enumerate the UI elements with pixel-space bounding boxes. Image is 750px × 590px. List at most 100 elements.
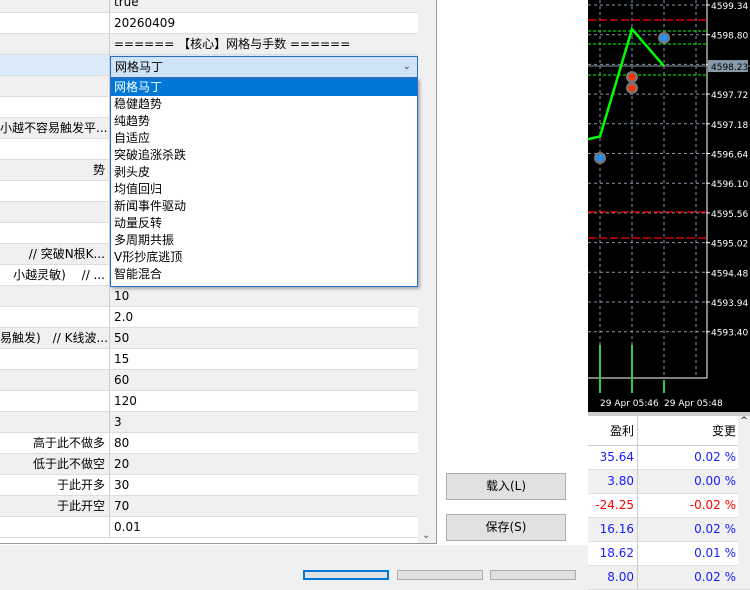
param-label: 高于此不做多 bbox=[0, 433, 110, 453]
param-label: // 突破N根K... bbox=[0, 244, 110, 264]
param-row[interactable]: 10 bbox=[0, 286, 418, 307]
param-label bbox=[0, 55, 110, 75]
dropdown-option[interactable]: 突破追涨杀跌 bbox=[111, 147, 417, 164]
reset-button[interactable] bbox=[490, 570, 576, 580]
param-row[interactable]: 于此开多 30 bbox=[0, 475, 418, 496]
dropdown-option[interactable]: 新闻事件驱动 bbox=[111, 198, 417, 215]
param-value[interactable]: 30 bbox=[110, 475, 418, 495]
param-value[interactable]: 10 bbox=[110, 286, 418, 306]
param-label bbox=[0, 139, 110, 159]
trade-arrow-icon bbox=[628, 73, 636, 81]
trade-arrow-icon bbox=[628, 84, 636, 92]
dropdown-option[interactable]: 动量反转 bbox=[111, 215, 417, 232]
param-row[interactable]: 易触发) // K线波... 50 bbox=[0, 328, 418, 349]
profit-value: -24.25 bbox=[588, 494, 638, 517]
param-label bbox=[0, 349, 110, 369]
dropdown-option[interactable]: 智能混合 bbox=[111, 266, 417, 283]
param-value[interactable]: 120 bbox=[110, 391, 418, 411]
profit-row[interactable]: 3.80 0.00 % bbox=[588, 470, 750, 494]
param-value[interactable]: 20 bbox=[110, 454, 418, 474]
dropdown-option[interactable]: 网格马丁 bbox=[111, 79, 417, 96]
param-label: 于此开空 bbox=[0, 496, 110, 516]
param-label: 小越灵敏) // ... bbox=[0, 265, 110, 285]
scroll-down-icon[interactable]: ⌄ bbox=[422, 530, 430, 541]
profit-row[interactable]: 18.62 0.01 % bbox=[588, 542, 750, 566]
price-label: 4597.18 bbox=[711, 121, 748, 131]
param-row[interactable]: ====== 【核心】网格与手数 ====== bbox=[0, 34, 418, 55]
ok-button[interactable] bbox=[303, 570, 389, 580]
dropdown-option[interactable]: 纯趋势 bbox=[111, 113, 417, 130]
profit-value: 8.00 bbox=[588, 566, 638, 589]
param-row[interactable]: 15 bbox=[0, 349, 418, 370]
table-scrollbar[interactable]: ⌄ bbox=[418, 0, 436, 543]
param-label bbox=[0, 34, 110, 54]
profit-value: 18.62 bbox=[588, 542, 638, 565]
dropdown-option[interactable]: 剥头皮 bbox=[111, 164, 417, 181]
dropdown-option[interactable]: 稳健趋势 bbox=[111, 96, 417, 113]
param-value[interactable]: 20260409 bbox=[110, 13, 418, 33]
param-row[interactable]: 低于此不做空 20 bbox=[0, 454, 418, 475]
price-label: 4594.48 bbox=[711, 269, 748, 279]
param-value[interactable]: ====== 【核心】网格与手数 ====== bbox=[110, 34, 418, 54]
strategy-mode-select[interactable]: 网格马丁 ⌄ bbox=[110, 56, 418, 78]
dialog-footer bbox=[0, 545, 588, 580]
param-value[interactable]: 0.01 bbox=[110, 517, 418, 537]
param-row[interactable]: 60 bbox=[0, 370, 418, 391]
strategy-mode-dropdown: 网格马丁 稳健趋势 纯趋势 自适应 突破追涨杀跌 剥头皮 均值回归 新闻事件驱动 动量反转 多周期… bbox=[110, 78, 418, 287]
param-label bbox=[0, 13, 110, 33]
param-value[interactable]: 70 bbox=[110, 496, 418, 516]
header-profit[interactable]: 盈利 bbox=[588, 416, 638, 445]
change-value: 0.02 % bbox=[694, 450, 736, 464]
param-label bbox=[0, 97, 110, 117]
load-button[interactable]: 载入(L) bbox=[446, 473, 566, 500]
select-value: 网格马丁 bbox=[115, 60, 164, 74]
profit-table-scrollbar[interactable]: ^ bbox=[738, 416, 750, 573]
price-chart[interactable]: 4599.34 4598.80 4597.72 4597.18 4596.64 4596.… bbox=[588, 0, 750, 412]
param-row[interactable]: 20260409 bbox=[0, 13, 418, 34]
profit-row[interactable]: -24.25 -0.02 % bbox=[588, 494, 750, 518]
save-button[interactable]: 保存(S) bbox=[446, 514, 566, 541]
ea-inputs-dialog: true 20260409 ====== 【核心】网格与手数 ====== 小越不容易… bbox=[0, 0, 588, 580]
dropdown-option[interactable]: 多周期共振 bbox=[111, 232, 417, 249]
param-row[interactable]: true bbox=[0, 0, 418, 13]
profit-value: 3.80 bbox=[588, 470, 638, 493]
param-label bbox=[0, 370, 110, 390]
trade-arrow-icon bbox=[660, 34, 668, 42]
param-value[interactable]: 50 bbox=[110, 328, 418, 348]
param-label: 势 bbox=[0, 160, 110, 180]
param-value[interactable]: 3 bbox=[110, 412, 418, 432]
param-label: 于此开多 bbox=[0, 475, 110, 495]
param-row[interactable]: 120 bbox=[0, 391, 418, 412]
profit-row[interactable]: 16.16 0.02 % bbox=[588, 518, 750, 542]
param-value[interactable]: 80 bbox=[110, 433, 418, 453]
profit-value: 16.16 bbox=[588, 518, 638, 541]
price-label: 4595.56 bbox=[711, 210, 748, 220]
header-change[interactable]: 变更 bbox=[638, 416, 738, 445]
trade-arrow-icon bbox=[596, 154, 604, 162]
param-label bbox=[0, 412, 110, 432]
param-row[interactable]: 2.0 bbox=[0, 307, 418, 328]
param-label bbox=[0, 391, 110, 411]
dropdown-option[interactable]: 均值回归 bbox=[111, 181, 417, 198]
change-value: 0.02 % bbox=[694, 570, 736, 584]
profit-row[interactable]: 35.64 0.02 % bbox=[588, 446, 750, 470]
price-label: 4595.02 bbox=[711, 240, 748, 250]
param-label bbox=[0, 0, 110, 12]
param-value[interactable]: 60 bbox=[110, 370, 418, 390]
param-value[interactable]: 15 bbox=[110, 349, 418, 369]
param-label: 易触发) // K线波... bbox=[0, 328, 110, 348]
change-value: 0.02 % bbox=[694, 522, 736, 536]
param-row[interactable]: 高于此不做多 80 bbox=[0, 433, 418, 454]
profit-row[interactable]: 8.00 0.02 % bbox=[588, 566, 750, 590]
price-label: 4598.80 bbox=[711, 32, 748, 42]
param-row[interactable]: 3 bbox=[0, 412, 418, 433]
price-label: 4597.72 bbox=[711, 91, 748, 101]
chevron-down-icon[interactable]: ⌄ bbox=[403, 57, 411, 77]
param-row[interactable]: 0.01 bbox=[0, 517, 418, 538]
dropdown-option[interactable]: 自适应 bbox=[111, 130, 417, 147]
param-value[interactable]: true bbox=[110, 0, 418, 12]
param-value[interactable]: 2.0 bbox=[110, 307, 418, 327]
param-row[interactable]: 于此开空 70 bbox=[0, 496, 418, 517]
dropdown-option[interactable]: V形抄底逃顶 bbox=[111, 249, 417, 266]
cancel-button[interactable] bbox=[397, 570, 483, 580]
